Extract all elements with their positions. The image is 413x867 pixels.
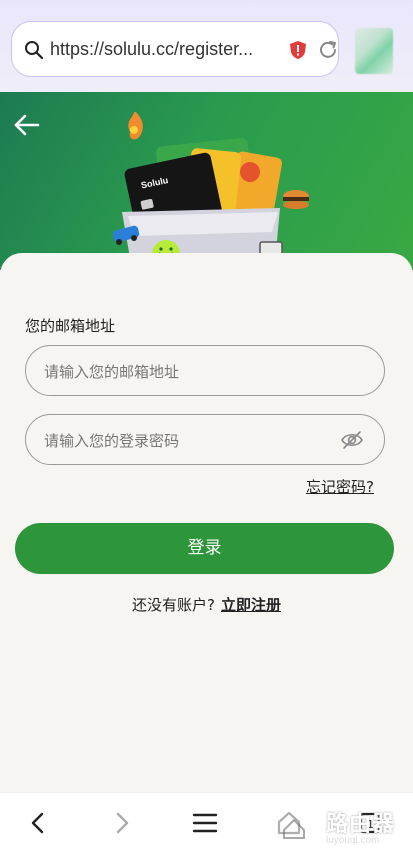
back-arrow-icon[interactable] — [12, 112, 42, 138]
no-account-text: 还没有账户? — [132, 596, 215, 614]
forward-icon[interactable] — [108, 809, 136, 837]
email-field[interactable]: 请输入您的邮箱地址 — [25, 345, 385, 396]
security-shield-icon[interactable] — [288, 40, 308, 60]
menu-icon[interactable] — [191, 809, 219, 837]
hero-banner: Solulu — [0, 92, 413, 270]
eye-hidden-icon[interactable] — [340, 429, 364, 451]
login-button[interactable]: 登录 — [15, 523, 394, 574]
email-label: 您的邮箱地址 — [25, 317, 116, 335]
url-text[interactable]: https://solulu.cc/register... — [50, 39, 280, 60]
cards-illustration: Solulu — [112, 112, 309, 270]
search-icon — [25, 41, 44, 60]
watermark-subtext: luyouqi.com — [326, 835, 380, 846]
browser-toolbar: https://solulu.cc/register... — [0, 0, 413, 92]
email-placeholder: 请输入您的邮箱地址 — [44, 363, 180, 381]
reload-icon[interactable] — [317, 39, 339, 61]
forgot-password-link[interactable]: 忘记密码? — [306, 476, 374, 497]
password-field[interactable]: 请输入您的登录密码 — [25, 414, 385, 465]
avatar[interactable] — [355, 28, 393, 74]
password-placeholder: 请输入您的登录密码 — [44, 432, 180, 450]
watermark-text: 路由器 — [326, 812, 396, 837]
back-icon[interactable] — [24, 809, 52, 837]
signup-link[interactable]: 立即注册 — [221, 596, 281, 614]
signup-prompt: 还没有账户? 立即注册 — [0, 594, 413, 615]
address-bar[interactable]: https://solulu.cc/register... — [11, 21, 339, 77]
